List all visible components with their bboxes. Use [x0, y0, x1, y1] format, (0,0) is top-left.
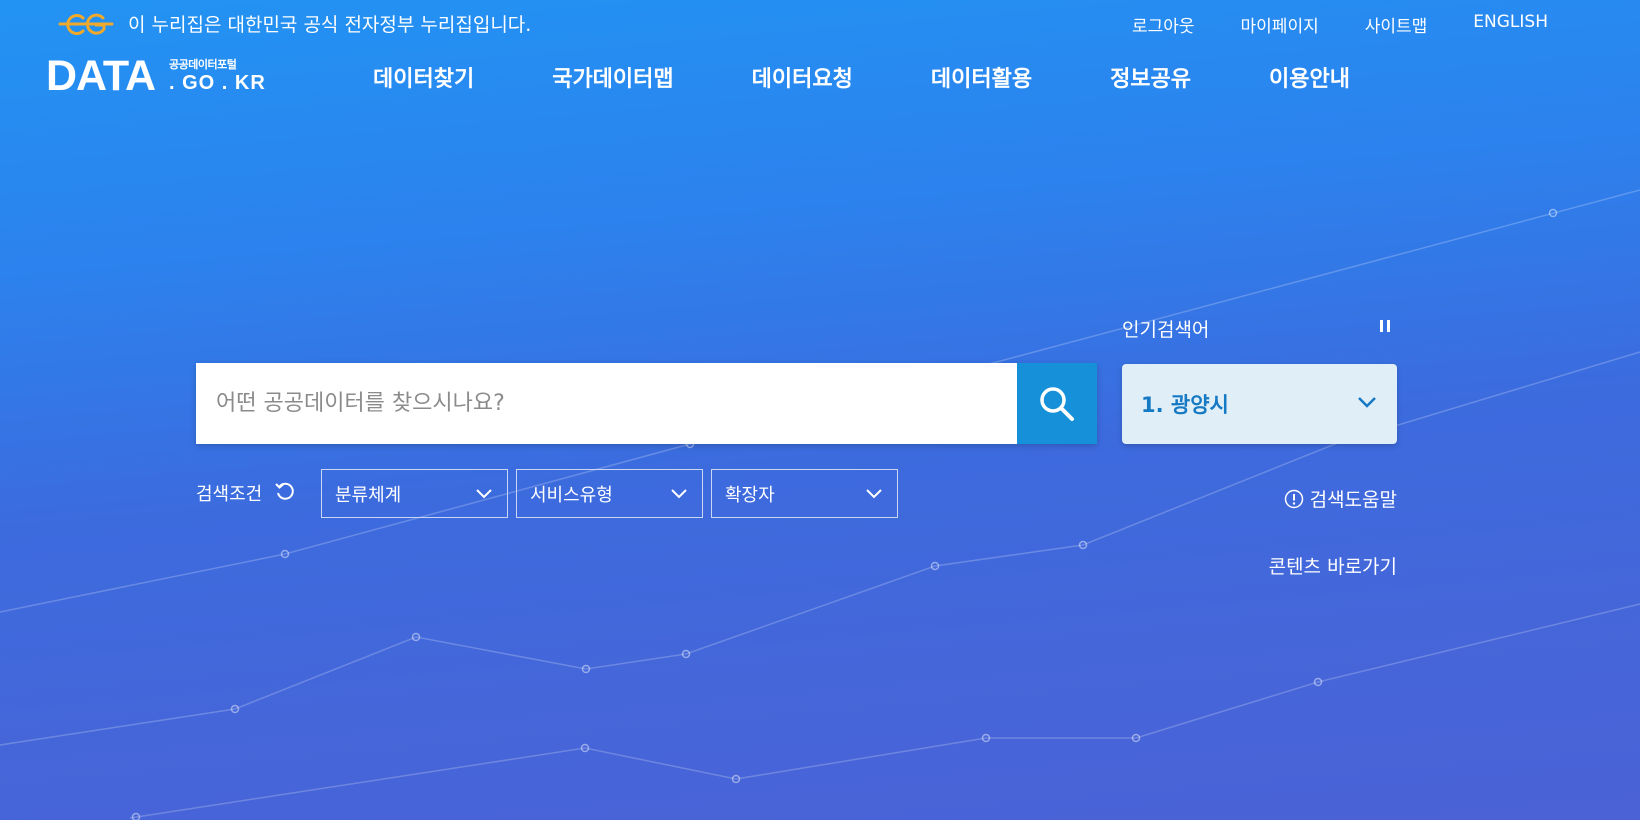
- mypage-link[interactable]: 마이페이지: [1241, 12, 1319, 37]
- popular-keywords-dropdown[interactable]: 1. 광양시: [1122, 364, 1397, 444]
- logo-domain-text: . GO . KR: [169, 72, 266, 94]
- search-help-link[interactable]: 검색도움말: [1284, 485, 1397, 512]
- government-site-notice: 이 누리집은 대한민국 공식 전자정부 누리집입니다.: [128, 14, 532, 36]
- chevron-down-icon: [1358, 397, 1376, 408]
- nav-item-national-data-map[interactable]: 국가데이터맵: [552, 61, 673, 93]
- chevron-down-icon: [476, 489, 492, 499]
- logout-link[interactable]: 로그아웃: [1132, 12, 1195, 37]
- chevron-down-icon: [671, 489, 687, 499]
- search-input[interactable]: [196, 363, 1016, 444]
- sitemap-link[interactable]: 사이트맵: [1365, 12, 1428, 37]
- nav-item-data-request[interactable]: 데이터요청: [752, 61, 853, 93]
- filter-label: 확장자: [725, 485, 775, 506]
- search-box: [196, 363, 1097, 444]
- filter-label: 분류체계: [335, 485, 402, 506]
- popular-keywords-title: 인기검색어: [1122, 319, 1210, 341]
- nav-item-data-utilization[interactable]: 데이터활용: [931, 61, 1032, 93]
- search-button[interactable]: [1017, 363, 1097, 444]
- chevron-down-icon: [866, 489, 882, 499]
- nav-item-info-sharing[interactable]: 정보공유: [1110, 61, 1191, 93]
- e-government-logo-icon: [58, 13, 114, 35]
- nav-item-data-search[interactable]: 데이터찾기: [373, 61, 474, 93]
- nav-item-user-guide[interactable]: 이용안내: [1269, 61, 1350, 93]
- filter-label: 서비스유형: [530, 485, 613, 506]
- search-help-label: 검색도움말: [1309, 489, 1397, 511]
- logo-main-text: DATA: [46, 52, 156, 100]
- english-link[interactable]: ENGLISH: [1473, 12, 1548, 37]
- filter-service-type-dropdown[interactable]: 서비스유형: [516, 469, 703, 518]
- main-navigation: 데이터찾기 국가데이터맵 데이터요청 데이터활용 정보공유 이용안내: [373, 61, 1350, 93]
- utility-links: 로그아웃 마이페이지 사이트맵 ENGLISH: [1132, 12, 1548, 37]
- filter-extension-dropdown[interactable]: 확장자: [711, 469, 898, 518]
- search-icon: [1040, 386, 1074, 421]
- info-circle-icon: [1284, 489, 1303, 508]
- page-root: 이 누리집은 대한민국 공식 전자정부 누리집입니다. 로그아웃 마이페이지 사…: [0, 0, 1640, 820]
- refresh-icon[interactable]: [274, 480, 296, 502]
- search-conditions-label: 검색조건: [196, 484, 263, 505]
- skip-to-content-link[interactable]: 콘텐츠 바로가기: [1269, 552, 1397, 579]
- popular-keyword-selected: 1. 광양시: [1141, 393, 1229, 417]
- logo-korean-text: 공공데이터포털: [169, 58, 237, 71]
- top-utility-bar: 이 누리집은 대한민국 공식 전자정부 누리집입니다. 로그아웃 마이페이지 사…: [0, 0, 1640, 46]
- filter-classification-dropdown[interactable]: 분류체계: [321, 469, 508, 518]
- pause-icon[interactable]: [1378, 318, 1392, 334]
